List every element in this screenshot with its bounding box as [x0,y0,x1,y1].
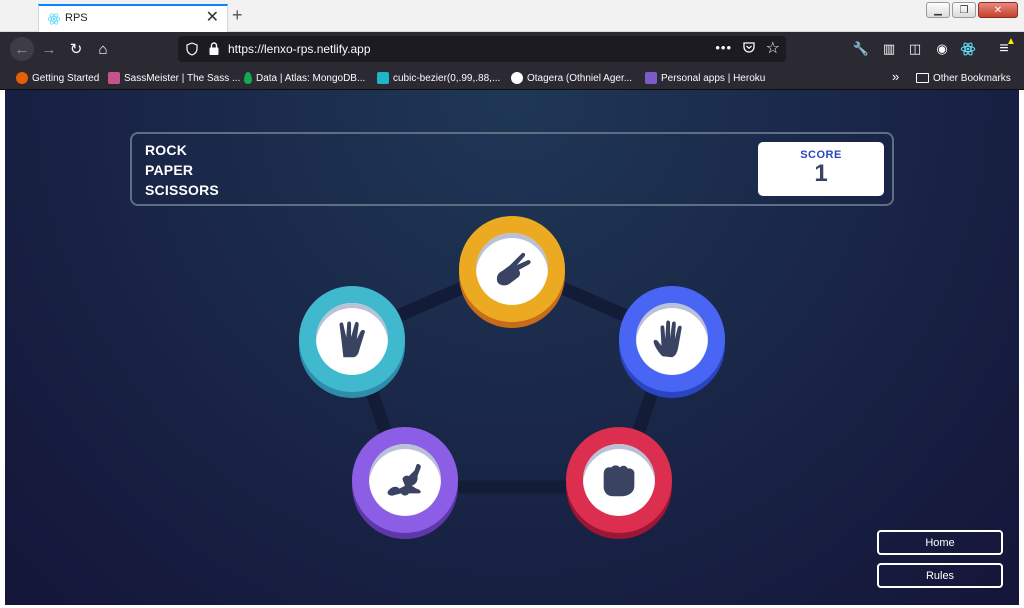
minimize-button[interactable]: ▁ [926,2,950,18]
spock-face [316,303,388,375]
scissors-hand-icon [496,252,531,286]
react-devtools-icon[interactable] [959,40,977,58]
lizard-button[interactable] [352,427,458,537]
account-icon[interactable]: ◉ [933,40,951,58]
tab-strip: RPS ✕ + ▁ ❐ ✕ [0,0,1024,32]
forward-arrow-icon[interactable]: → [37,37,61,61]
game-page: ROCK PAPER SCISSORS SCORE 1 Home Rules [5,90,1019,605]
rock-face [583,444,655,516]
bookmark-label: Personal apps | Heroku [661,72,766,84]
paper-face [636,303,708,375]
warning-icon: ▲ [1006,36,1016,47]
cubic-bezier-icon [377,72,389,84]
back-arrow-icon[interactable]: ← [10,37,34,61]
rock-fist-icon [603,465,635,497]
home-button[interactable]: Home [877,530,1003,555]
other-bookmarks-label: Other Bookmarks [933,72,1011,84]
lizard-hand-icon [387,464,421,496]
bookmark-item[interactable]: Otagera (Othniel Ager... [511,70,632,86]
bookmark-label: Data | Atlas: MongoDB... [256,72,366,84]
maximize-button[interactable]: ❐ [952,2,976,18]
heroku-icon [645,72,657,84]
tab-title: RPS [65,12,88,24]
wrench-icon[interactable]: 🔧 [852,40,870,58]
more-bookmarks-chevron-icon[interactable]: » [892,69,899,84]
spock-button[interactable] [299,286,405,396]
pocket-icon[interactable] [742,41,756,55]
tab-rps[interactable]: RPS ✕ [38,4,228,32]
close-window-button[interactable]: ✕ [978,2,1018,18]
bookmark-item[interactable]: SassMeister | The Sass ... [108,70,240,86]
url-text[interactable]: https://lenxo-rps.netlify.app [228,42,371,56]
shield-icon[interactable] [186,42,198,56]
mongodb-icon [244,72,252,84]
home-icon[interactable]: ⌂ [91,37,115,61]
react-icon [47,13,61,25]
scissors-face [476,233,548,305]
paper-hand-icon [653,320,682,358]
pentagon-background [345,259,679,494]
bookmark-label: Getting Started [32,72,100,84]
rules-button[interactable]: Rules [877,563,1003,588]
address-bar[interactable]: https://lenxo-rps.netlify.app ••• ☆ [178,36,786,62]
bookmark-item[interactable]: cubic-bezier(0,.99,.88,... [377,70,500,86]
bookmarks-toolbar: Getting Started SassMeister | The Sass .… [0,66,1024,90]
firefox-icon [16,72,28,84]
bookmark-item[interactable]: Data | Atlas: MongoDB... [244,70,365,86]
window-controls: ▁ ❐ ✕ [926,2,1018,18]
bookmark-label: Otagera (Othniel Ager... [527,72,633,84]
other-bookmarks[interactable]: Other Bookmarks [916,70,1011,86]
bookmark-star-icon[interactable]: ☆ [766,38,780,58]
paper-button[interactable] [619,286,725,396]
rock-button[interactable] [566,427,672,537]
sass-icon [108,72,120,84]
folder-icon [916,73,929,83]
lizard-face [369,444,441,516]
sidebar-icon[interactable]: ◫ [906,40,924,58]
new-tab-button[interactable]: + [232,6,243,24]
spock-hand-icon [339,321,365,358]
bookmark-item[interactable]: Getting Started [16,70,99,86]
bookmark-label: cubic-bezier(0,.99,.88,... [393,72,501,84]
navigation-toolbar: ← → ↻ ⌂ https://lenxo-rps.netlify.app ••… [0,32,1024,66]
bookmark-label: SassMeister | The Sass ... [124,72,241,84]
lock-icon[interactable] [208,41,220,56]
scissors-button[interactable] [459,216,565,326]
bookmark-item[interactable]: Personal apps | Heroku [645,70,765,86]
github-icon [511,72,523,84]
library-icon[interactable]: ▥ [880,40,898,58]
tab-close-icon[interactable]: ✕ [206,9,219,27]
page-actions-icon[interactable]: ••• [715,40,732,55]
reload-icon[interactable]: ↻ [64,37,88,61]
